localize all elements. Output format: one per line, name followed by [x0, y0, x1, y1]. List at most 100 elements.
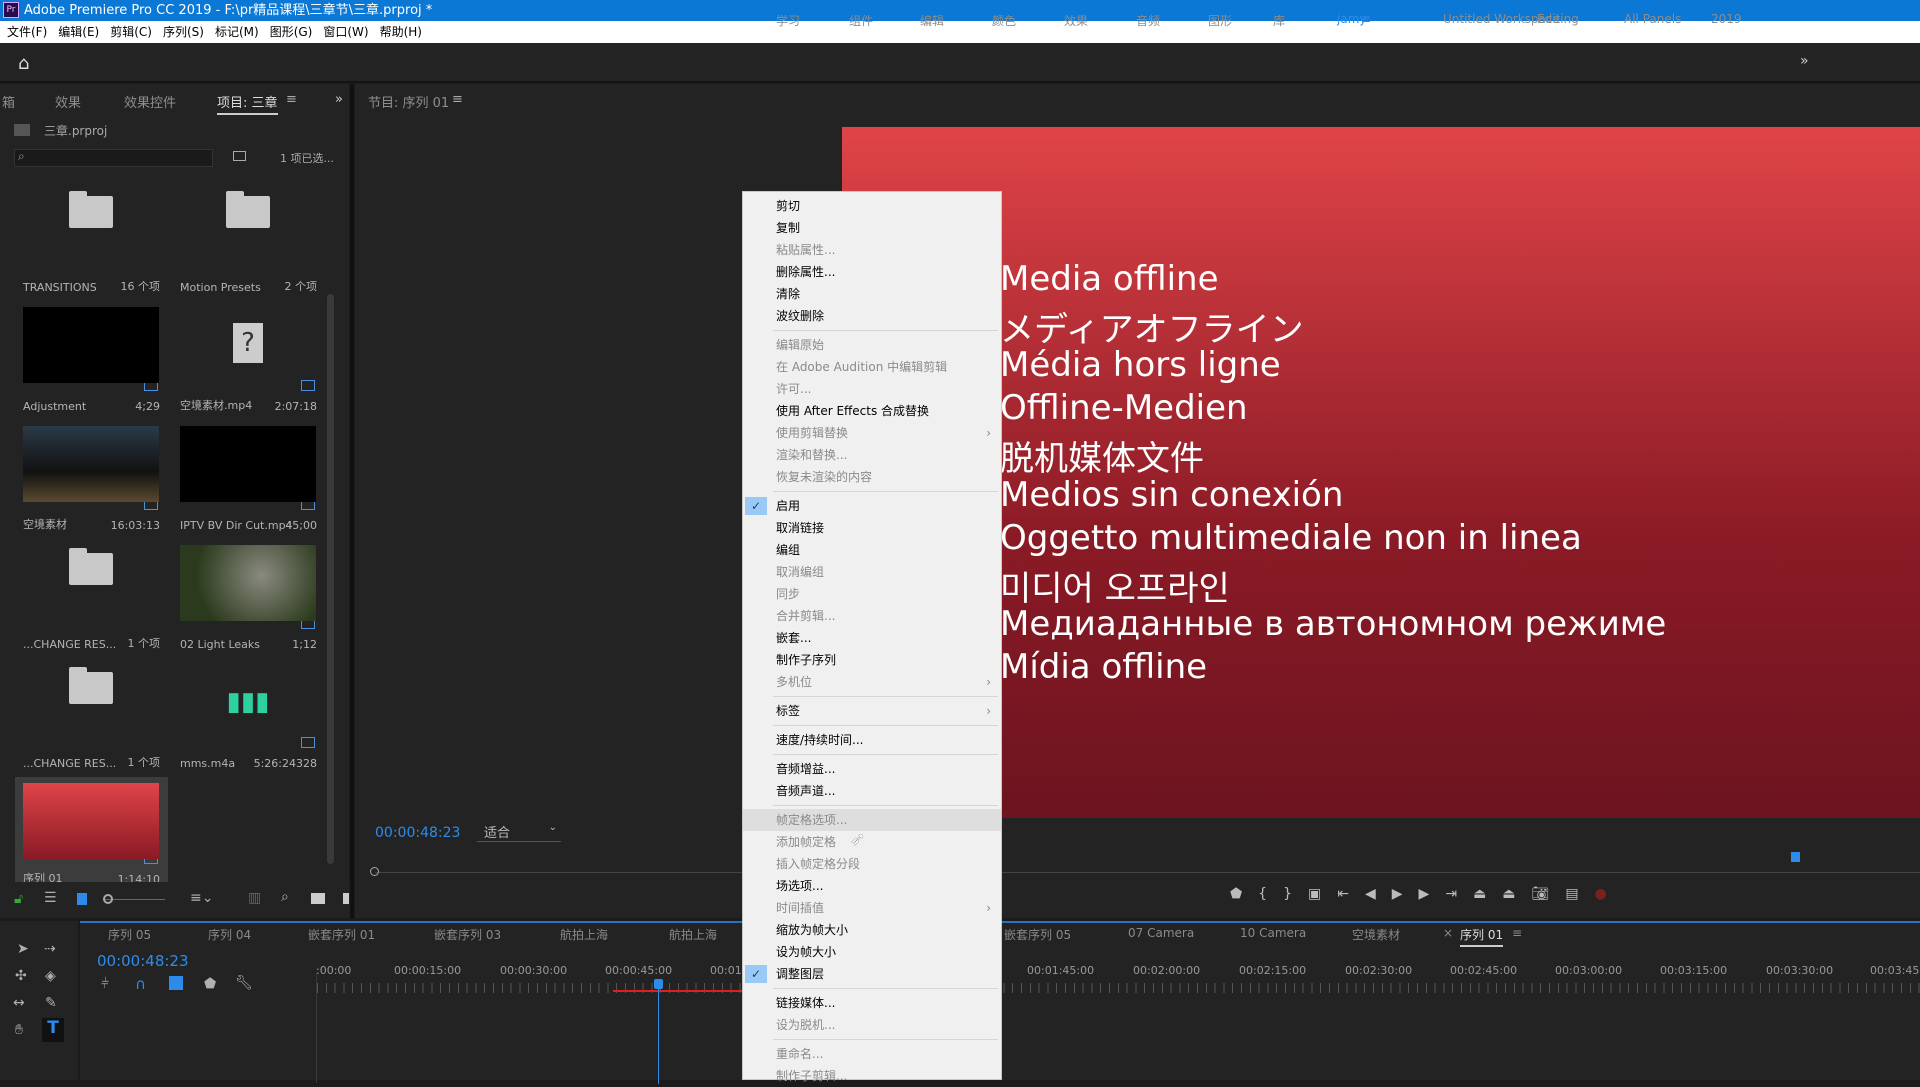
workspace-tab[interactable]: 编辑 [920, 12, 944, 29]
new-item-icon[interactable] [343, 893, 349, 904]
menu-item[interactable]: 许可... [743, 378, 1001, 400]
menu-item[interactable]: 多机位 › [743, 671, 1001, 693]
scrub-bar[interactable] [375, 855, 1920, 873]
timeline-timecode[interactable]: 00:00:48:23 [97, 952, 189, 970]
tab-program-monitor[interactable]: 节目: 序列 01 [368, 92, 449, 111]
menu-item[interactable]: 清除 [743, 283, 1001, 305]
tab-timeline[interactable]: 序列 01 [1460, 926, 1504, 947]
list-view-icon[interactable]: ☰ [44, 890, 57, 906]
workspace-tab[interactable]: 音频 [1136, 12, 1160, 29]
project-item[interactable]: ...CHANGE RES... 1 个项 [15, 658, 168, 776]
project-item[interactable]: IPTV BV Dir Cut.mp4 45;00 [172, 420, 325, 538]
menu-item[interactable]: 编辑原始 [743, 334, 1001, 356]
add-marker-icon[interactable]: ⬟ [204, 976, 216, 992]
ripple-edit-tool-icon[interactable]: ✣ [15, 968, 27, 984]
extract-icon[interactable]: ⏏ [1502, 886, 1515, 908]
menu-item[interactable]: 粘贴属性... [743, 239, 1001, 261]
menu-item[interactable]: 编组 [743, 539, 1001, 561]
menu-item[interactable]: 波纹删除 [743, 305, 1001, 327]
hand-tool-icon[interactable]: ✋︎ [15, 1022, 23, 1038]
workspace-tab[interactable]: 库 [1273, 12, 1285, 29]
menu-item[interactable]: 制作子序列 [743, 649, 1001, 671]
tab-timeline[interactable]: 序列 04 [208, 926, 251, 943]
play-icon[interactable]: ▶ [1392, 886, 1403, 908]
selection-tool-icon[interactable]: ➤ [17, 941, 29, 957]
pen-tool-icon[interactable]: ✎ [45, 995, 57, 1011]
zoom-slider-handle[interactable] [103, 894, 113, 904]
menu-item[interactable]: 取消编组 [743, 561, 1001, 583]
scrub-start-handle[interactable] [370, 867, 379, 876]
tab-timeline[interactable]: 嵌套序列 05 [1004, 926, 1071, 943]
razor-tool-icon[interactable]: ◈ [45, 968, 56, 984]
menu-item[interactable]: 删除属性... [743, 261, 1001, 283]
menu-item[interactable]: 合并剪辑... [743, 605, 1001, 627]
go-to-in-icon[interactable]: ⇤ [1337, 886, 1349, 908]
expand-panels-icon[interactable]: » [335, 92, 343, 107]
mark-in-icon[interactable]: { [1258, 886, 1267, 908]
menu-item[interactable]: 设为帧大小 [743, 941, 1001, 963]
close-tab-icon[interactable]: × [1443, 926, 1453, 940]
menu-item[interactable]: 重命名... [743, 1043, 1001, 1065]
step-forward-icon[interactable]: ▶ [1419, 886, 1430, 908]
menu-item[interactable]: 音频声道... [743, 780, 1001, 802]
scrollbar[interactable] [327, 294, 334, 864]
sort-icon[interactable]: ≡⌄ [190, 890, 213, 906]
menu-item[interactable]: 设为脱机... [743, 1014, 1001, 1036]
tab-left-3[interactable]: 项目: 三章 [217, 92, 278, 115]
menu-item[interactable]: 恢复未渲染的内容 [743, 466, 1001, 488]
nest-toggle-icon[interactable]: ⫩ [101, 976, 109, 992]
menu-item[interactable]: 使用剪辑替换 › [743, 422, 1001, 444]
menu-item[interactable]: 帧定格选项... [743, 809, 1001, 831]
track-select-tool-icon[interactable]: ⇢ [44, 941, 56, 957]
workspace-tab[interactable]: 图形 [1208, 12, 1232, 29]
program-timecode[interactable]: 00:00:48:23 [375, 825, 460, 841]
menu-item[interactable]: 取消链接 [743, 517, 1001, 539]
find-icon[interactable]: ⌕ [281, 889, 289, 905]
workspace-tab[interactable]: 颜色 [992, 12, 1016, 29]
step-back-icon[interactable]: ◀ [1365, 886, 1376, 908]
menu-6[interactable]: 窗口(W) [323, 25, 368, 39]
lock-icon[interactable]: 🔓︎ [14, 891, 23, 907]
project-item[interactable]: Adjustment 4;29 [15, 301, 168, 419]
menu-2[interactable]: 剪辑(C) [110, 25, 152, 39]
workspace-tab[interactable]: 效果 [1064, 12, 1088, 29]
menu-item[interactable]: 制作子剪辑... [743, 1065, 1001, 1087]
workspace-tab[interactable]: Editing [1537, 12, 1579, 26]
workspace-tab[interactable]: 组件 [849, 12, 873, 29]
fit-dropdown[interactable]: 适合 ⌄ [477, 822, 561, 842]
project-item[interactable]: TRANSITIONS 16 个项 [15, 182, 168, 300]
menu-0[interactable]: 文件(F) [7, 25, 47, 39]
snap-icon[interactable]: ∩ [135, 975, 146, 993]
menu-item[interactable]: 速度/持续时间... [743, 729, 1001, 751]
tab-left-2[interactable]: 效果控件 [124, 92, 176, 111]
tab-timeline[interactable]: 航拍上海 [669, 926, 717, 943]
timeline-menu-icon[interactable]: ≡ [1512, 926, 1522, 940]
search-input[interactable]: ⌕ [14, 149, 213, 167]
panel-divider[interactable] [350, 84, 354, 918]
project-item[interactable]: Motion Presets 2 个项 [172, 182, 325, 300]
tab-timeline[interactable]: 空境素材 [1352, 926, 1400, 943]
tab-timeline[interactable]: 07 Camera [1128, 926, 1194, 940]
menu-item[interactable]: 场选项... [743, 875, 1001, 897]
lift-icon[interactable]: ⏏ [1473, 886, 1486, 908]
tab-timeline[interactable]: 航拍上海 [560, 926, 608, 943]
zoom-slider[interactable] [105, 899, 165, 900]
project-item[interactable]: ? 空境素材.mp4 2:07:18 [172, 301, 325, 419]
menu-1[interactable]: 编辑(E) [58, 25, 99, 39]
timeline-playhead[interactable] [654, 979, 663, 989]
comparison-view-icon[interactable]: ▤ [1565, 886, 1578, 908]
work-area-bar[interactable] [613, 990, 743, 992]
menu-4[interactable]: 标记(M) [215, 25, 259, 39]
wrench-icon[interactable]: 🔧︎ [235, 975, 253, 991]
project-item[interactable]: ▮▮▮ mms.m4a 5:26:24328 [172, 658, 325, 776]
home-icon[interactable]: ⌂ [18, 53, 29, 74]
menu-7[interactable]: 帮助(H) [380, 25, 422, 39]
type-tool-icon[interactable]: T [42, 1018, 64, 1042]
menu-item[interactable]: 标签 › [743, 700, 1001, 722]
more-workspaces-icon[interactable]: » [1800, 53, 1809, 69]
tab-timeline[interactable]: 嵌套序列 01 [308, 926, 375, 943]
menu-item[interactable]: 复制 [743, 217, 1001, 239]
slip-tool-icon[interactable]: ↔ [13, 995, 25, 1011]
record-icon[interactable]: ● [1595, 886, 1607, 908]
menu-item[interactable]: 在 Adobe Audition 中编辑剪辑 [743, 356, 1001, 378]
